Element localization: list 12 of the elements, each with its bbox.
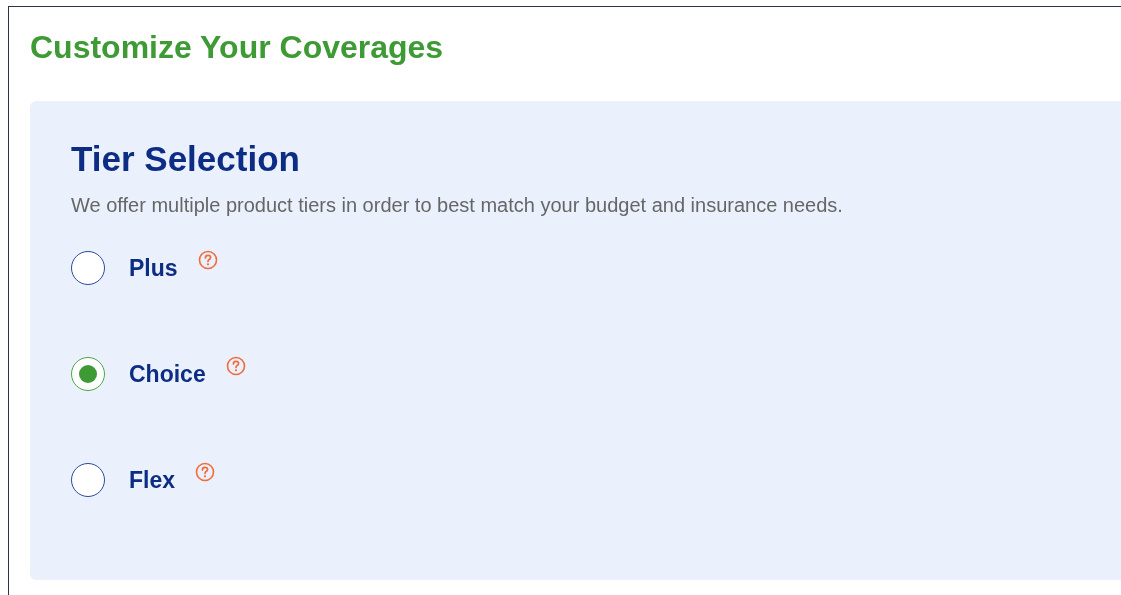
option-label[interactable]: Flex (129, 462, 176, 498)
help-icon[interactable] (195, 462, 216, 482)
help-icon[interactable] (225, 356, 246, 376)
radio-button[interactable] (71, 463, 105, 497)
radio-button[interactable] (71, 251, 105, 285)
help-icon[interactable] (197, 250, 218, 270)
section-description: We offer multiple product tiers in order to best match your budget and insurance needs. (71, 193, 843, 218)
radio-button[interactable] (71, 357, 105, 391)
section-title: Tier Selection (71, 138, 300, 180)
option-label[interactable]: Plus (129, 250, 178, 286)
page-title: Customize Your Coverages (30, 28, 444, 67)
option-label[interactable]: Choice (129, 356, 206, 392)
